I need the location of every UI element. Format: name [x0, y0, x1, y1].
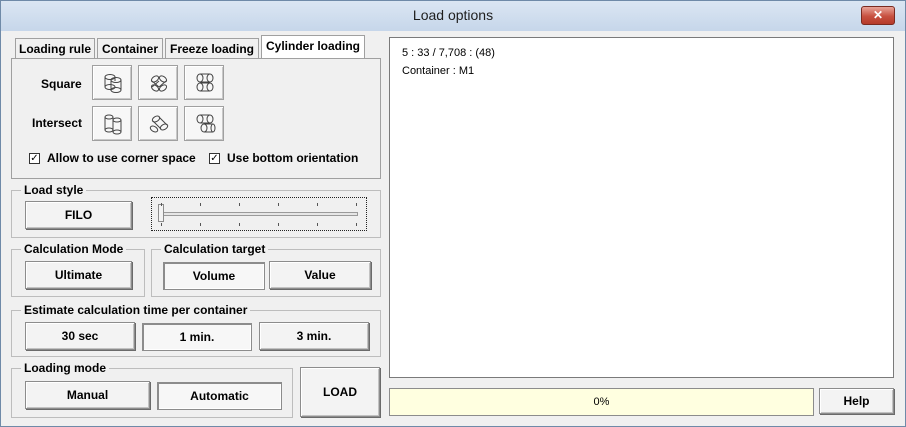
load-style-slider[interactable]	[151, 197, 367, 231]
intersect-straight-button[interactable]	[92, 106, 132, 141]
cylinder-intersect-lying-icon	[196, 114, 216, 133]
slider-tick	[200, 203, 201, 206]
slider-track	[160, 212, 358, 216]
slider-tick	[317, 203, 318, 206]
corner-space-label: Allow to use corner space	[47, 151, 196, 165]
results-panel[interactable]: 5 : 33 / 7,708 : (48) Container : M1	[389, 37, 894, 378]
cylinder-loading-panel: Square Intersect ✓ Allow to use corner s…	[11, 58, 381, 179]
slider-tick	[239, 203, 240, 206]
bottom-orientation-label: Use bottom orientation	[227, 151, 359, 165]
slider-tick	[278, 203, 279, 206]
calc-mode-label: Calculation Mode	[21, 242, 127, 256]
time-3min-button[interactable]: 3 min.	[259, 322, 369, 350]
tab-freeze-loading[interactable]: Freeze loading	[165, 38, 259, 59]
manual-button[interactable]: Manual	[25, 381, 150, 409]
tab-loading-rule[interactable]: Loading rule	[15, 38, 95, 59]
slider-tick	[317, 223, 318, 226]
title-bar[interactable]: Load options ✕	[1, 1, 905, 31]
intersect-label: Intersect	[32, 116, 83, 130]
slider-tick	[200, 223, 201, 226]
intersect-tilted-button[interactable]	[138, 106, 178, 141]
bottom-orientation-checkbox[interactable]: ✓	[209, 153, 220, 164]
cylinder-square-icon	[104, 74, 122, 93]
cylinder-tilted-icon	[150, 75, 168, 92]
square-straight-button[interactable]	[92, 65, 132, 100]
volume-button[interactable]: Volume	[163, 262, 265, 290]
value-button[interactable]: Value	[269, 261, 371, 289]
progress-bar: 0%	[389, 388, 814, 416]
ultimate-button[interactable]: Ultimate	[25, 261, 132, 289]
tab-container[interactable]: Container	[97, 38, 163, 59]
calc-target-label: Calculation target	[161, 242, 269, 256]
close-icon: ✕	[872, 8, 884, 22]
help-button[interactable]: Help	[819, 388, 894, 414]
cylinder-lying-icon	[196, 73, 214, 92]
time-30sec-button[interactable]: 30 sec	[25, 322, 135, 350]
load-style-label: Load style	[21, 183, 87, 197]
square-lying-button[interactable]	[184, 65, 224, 100]
cylinder-intersect-tilted-icon	[149, 115, 169, 133]
slider-tick	[278, 223, 279, 226]
square-tilted-button[interactable]	[138, 65, 178, 100]
slider-thumb[interactable]	[158, 204, 164, 222]
cylinder-intersect-icon	[104, 114, 122, 135]
corner-space-checkbox[interactable]: ✓	[29, 153, 40, 164]
results-line: Container : M1	[402, 65, 475, 77]
automatic-button[interactable]: Automatic	[157, 382, 282, 410]
slider-tick	[161, 223, 162, 226]
loading-mode-label: Loading mode	[21, 361, 109, 375]
load-button[interactable]: LOAD	[300, 367, 380, 417]
slider-tick	[356, 203, 357, 206]
window-title: Load options	[412, 7, 494, 23]
close-button[interactable]: ✕	[861, 6, 895, 25]
time-1min-button[interactable]: 1 min.	[142, 323, 252, 351]
slider-tick	[161, 203, 162, 206]
filo-button[interactable]: FILO	[25, 201, 132, 229]
square-label: Square	[41, 77, 82, 91]
estimate-time-label: Estimate calculation time per container	[21, 303, 251, 317]
slider-tick	[239, 223, 240, 226]
slider-tick	[356, 223, 357, 226]
results-line: 5 : 33 / 7,708 : (48)	[402, 47, 495, 59]
tab-cylinder-loading[interactable]: Cylinder loading	[261, 35, 365, 59]
intersect-lying-button[interactable]	[184, 106, 224, 141]
load-options-window: Load options ✕ Loading rule Container Fr…	[0, 0, 906, 427]
